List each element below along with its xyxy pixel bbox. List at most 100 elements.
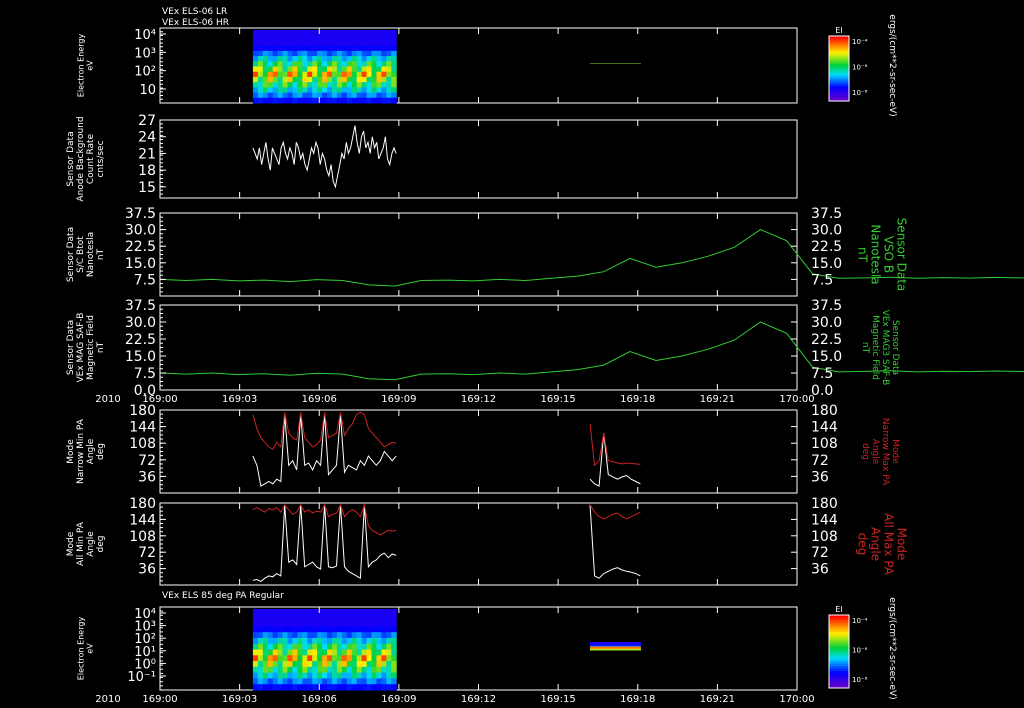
y-tick-label: 180 [129,403,156,419]
spectrogram-cell [346,87,353,94]
spectrogram-cell [361,56,368,62]
y-tick-label: 144 [129,420,156,436]
spectrogram-cell [262,609,269,616]
spectrogram-cell [376,609,382,616]
spectrogram-cell [302,655,308,662]
spectrogram-cell [376,92,382,99]
spectrogram-cell [267,643,274,650]
x-tick-label: 169:03 [222,394,257,405]
spectrogram-cell [356,620,363,627]
spectrogram-cell [346,40,353,47]
spectrogram-cell [346,30,353,36]
spectrogram-cell [302,643,308,650]
y-tick-label: 30.0 [125,223,156,239]
y-axis-label: cnts/sec [96,140,106,177]
spectrogram-cell [366,672,373,679]
spectrogram-cell [371,45,377,52]
spectrogram-cell [267,82,274,88]
y-tick-label-right: 144 [811,512,838,528]
spectrogram-cell [331,655,338,662]
y-tick-label-right: 7.5 [811,366,833,382]
spectrogram-cell [312,87,318,94]
spectrogram-cell [257,655,264,662]
spectrogram-cell [272,45,279,52]
spectrogram-cell [391,655,397,662]
spectrogram-cell [252,684,259,691]
spectrogram-cell [351,35,358,41]
spectrogram-cell [277,76,284,83]
spectrogram-cell [376,661,382,668]
spectrogram-cell [386,666,392,674]
x-tick-label: 169:09 [381,394,416,405]
spectrogram-cell [252,35,259,41]
spectrogram-cell [336,666,343,674]
y-tick-label-right: 72 [811,545,829,561]
spectrogram-cell [252,61,259,67]
y-tick-label-right: 30.0 [811,223,842,239]
spectrogram-cell [262,614,269,622]
spectrogram-cell [376,632,382,639]
spectrogram-cell [302,30,308,36]
spectrogram-cell [341,30,348,36]
spectrogram-cell [262,97,269,104]
spectrogram-cell [361,76,368,83]
spectrogram-cell [351,87,358,94]
spectrogram-cell [331,30,338,36]
spectrogram-cell [356,643,363,650]
y-axis-label: Sensor Data [66,227,76,282]
spectrogram-cell [307,61,313,67]
spectrogram-cell [327,40,333,47]
spectrogram-cell [262,620,269,627]
spectrogram-cell [262,87,269,94]
spectrogram-cell [302,678,308,685]
data-series-line [589,504,641,520]
spectrogram-cell [327,66,333,73]
spectrogram-cell [336,637,343,645]
spectrogram-cell [302,92,308,99]
x-tick-label: 169:18 [620,394,655,405]
spectrogram-cell [282,30,288,36]
y-axis-label: deg [96,536,106,553]
spectrogram-cell [605,63,611,64]
spectrogram-cell [361,678,368,685]
y-axis-label: VEx MAG SAF-B [76,313,86,383]
spectrogram-cell [262,626,269,633]
spectrogram-cell [307,643,313,650]
spectrogram-cell [366,92,373,99]
spectrogram-cell [331,666,338,674]
spectrogram-cell [366,97,373,104]
spectrogram-cell [381,76,387,83]
spectrogram-cell [391,50,397,57]
spectrogram-cell [272,87,279,94]
spectrogram-cell [327,35,333,41]
panel-frame [159,304,798,391]
spectrogram-cell [252,666,259,674]
spectrogram-cell [297,30,303,36]
spectrogram-cell [366,56,373,62]
spectrogram-cell [287,35,293,41]
spectrogram-cell [272,626,279,633]
spectrogram-cell [292,87,298,94]
spectrogram-cell [327,609,333,616]
spectrogram-cell [272,35,279,41]
spectrogram-cell [252,82,259,88]
spectrogram-cell [277,637,284,645]
spectrogram-cell [257,97,264,104]
spectrogram-cell [366,71,373,78]
spectrogram-cell [272,56,279,62]
spectrogram-cell [371,643,377,650]
spectrogram-cell [287,626,293,633]
spectrogram-cell [297,45,303,52]
spectrogram-cell [341,620,348,627]
spectrogram-cell [371,82,377,88]
colorbar-label: EI [835,26,842,35]
spectrogram-cell [277,40,284,47]
data-series-line [252,414,397,487]
spectrogram-cell [351,66,358,73]
spectrogram-cell [322,643,328,650]
spectrogram-cell [322,82,328,88]
spectrogram-cell [381,666,387,674]
spectrogram-cell [292,609,298,616]
spectrogram-cell [297,87,303,94]
spectrogram-cell [341,666,348,674]
